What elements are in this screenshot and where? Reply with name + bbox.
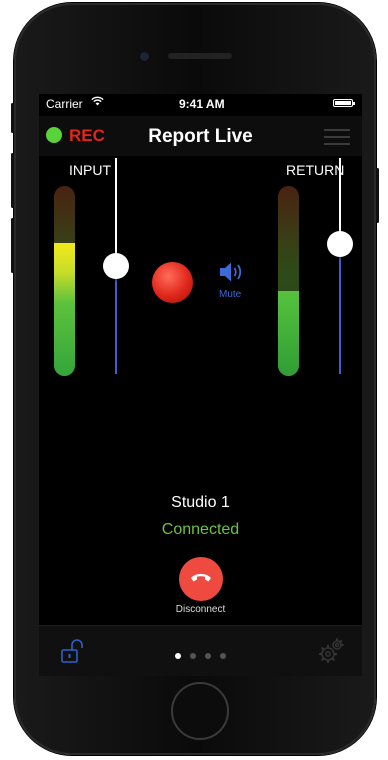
return-volume-track[interactable]: [339, 158, 341, 374]
gear-icon[interactable]: [317, 637, 345, 665]
battery-icon: [333, 99, 355, 107]
record-button[interactable]: [152, 262, 193, 303]
return-label: RETURN: [286, 162, 345, 178]
volume-up-button: [11, 153, 14, 208]
return-volume-slider-thumb[interactable]: [327, 231, 353, 258]
bottom-toolbar: [39, 625, 362, 676]
hangup-phone-icon: [191, 573, 211, 582]
front-camera: [140, 52, 149, 61]
nav-bar: REC Report Live: [39, 116, 362, 156]
page-dot[interactable]: [190, 653, 196, 659]
disconnect-label: Disconnect: [175, 604, 226, 615]
page-dot[interactable]: [220, 653, 226, 659]
carrier-label: Carrier: [46, 97, 83, 111]
page-title: Report Live: [148, 126, 253, 147]
page-dot[interactable]: [205, 653, 211, 659]
status-bar: Carrier 9:41 AM: [39, 94, 362, 114]
input-volume-slider-thumb[interactable]: [103, 253, 129, 279]
input-label: INPUT: [69, 162, 111, 178]
input-level-meter: [54, 186, 75, 376]
return-level-meter: [278, 186, 299, 376]
silent-switch: [11, 103, 14, 133]
connection-status: Connected: [161, 521, 240, 538]
page-indicator[interactable]: [175, 646, 235, 664]
app-screen: Carrier 9:41 AM REC Report Live INPUT RE…: [39, 94, 362, 676]
menu-icon[interactable]: [324, 129, 350, 145]
volume-down-button: [11, 218, 14, 273]
mute-label[interactable]: Mute: [219, 289, 241, 300]
page-dot[interactable]: [175, 653, 181, 659]
home-button[interactable]: [171, 682, 229, 740]
wifi-icon: [91, 96, 104, 109]
status-time: 9:41 AM: [179, 97, 225, 111]
studio-name: Studio 1: [171, 494, 230, 511]
speaker-icon[interactable]: [219, 261, 247, 283]
power-button: [376, 168, 379, 223]
unlock-icon[interactable]: [60, 638, 86, 664]
disconnect-button[interactable]: [179, 557, 223, 601]
input-level-fill: [54, 243, 75, 376]
earpiece-speaker: [168, 53, 232, 59]
return-level-fill: [278, 290, 299, 376]
